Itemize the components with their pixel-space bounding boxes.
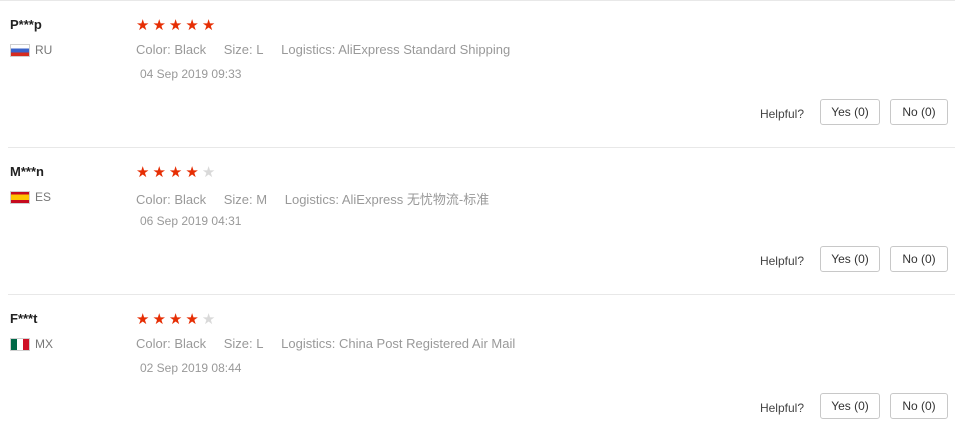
helpful-no-button[interactable]: No (0) — [890, 246, 948, 272]
star-filled-icon: ★ — [185, 311, 199, 328]
review-item: F***t MX ★ ★ ★ ★ ★ Color: Black Size: L Logi… — [0, 295, 955, 442]
helpful-vote: Helpful? Yes (0) No (0) — [760, 246, 948, 272]
star-filled-icon: ★ — [136, 17, 150, 34]
review-list: P***p RU ★ ★ ★ ★ ★ Color: Black Size: L Logi… — [0, 0, 965, 432]
star-filled-icon: ★ — [201, 17, 216, 34]
logistics-value: China Post Registered Air Mail — [338, 336, 516, 351]
spain-flag-icon — [10, 190, 30, 204]
star-empty-icon: ★ — [201, 311, 216, 328]
star-rating: ★ ★ ★ ★ ★ — [136, 312, 215, 327]
country-code: RU — [35, 43, 53, 57]
color-value: Black — [174, 336, 207, 351]
helpful-label: Helpful? — [759, 106, 804, 121]
star-filled-icon: ★ — [152, 311, 166, 328]
reviewer-name: F***t — [10, 311, 38, 326]
star-rating: ★ ★ ★ ★ ★ — [136, 18, 215, 33]
order-attributes: Color: Black Size: M Logistics: AliExpre… — [136, 189, 503, 208]
size-label: Size: — [223, 192, 253, 207]
helpful-no-button[interactable]: No (0) — [890, 99, 948, 125]
color-label: Color: — [136, 42, 171, 57]
reviewer-name: P***p — [10, 17, 42, 32]
review-date: 06 Sep 2019 04:31 — [140, 214, 242, 228]
review-date: 04 Sep 2019 09:33 — [140, 67, 242, 81]
color-value: Black — [174, 192, 207, 207]
color-label: Color: — [136, 336, 171, 351]
star-filled-icon: ★ — [185, 164, 199, 181]
star-filled-icon: ★ — [136, 164, 150, 181]
helpful-label: Helpful? — [759, 253, 804, 268]
logistics-label: Logistics: — [281, 336, 336, 351]
logistics-label: Logistics: — [281, 42, 336, 57]
mexico-flag-icon — [10, 337, 30, 351]
size-value: L — [256, 42, 264, 57]
helpful-vote: Helpful? Yes (0) No (0) — [760, 99, 948, 125]
reviewer-country: ES — [10, 190, 51, 204]
reviewer-name: M***n — [10, 164, 44, 179]
star-filled-icon: ★ — [152, 164, 166, 181]
review-item: M***n ES ★ ★ ★ ★ ★ Color: Black Size: M Logi… — [0, 148, 955, 295]
reviewer-country: MX — [10, 337, 53, 351]
country-code: ES — [35, 190, 52, 204]
helpful-label: Helpful? — [759, 400, 804, 415]
color-label: Color: — [136, 192, 171, 207]
star-filled-icon: ★ — [136, 311, 150, 328]
star-empty-icon: ★ — [201, 164, 216, 181]
size-value: M — [256, 192, 268, 207]
review-item: P***p RU ★ ★ ★ ★ ★ Color: Black Size: L Logi… — [0, 1, 955, 148]
review-date: 02 Sep 2019 08:44 — [140, 361, 242, 375]
helpful-yes-button[interactable]: Yes (0) — [820, 393, 880, 419]
size-label: Size: — [223, 336, 253, 351]
star-filled-icon: ★ — [168, 164, 183, 181]
color-value: Black — [174, 42, 207, 57]
size-label: Size: — [223, 42, 253, 57]
helpful-no-button[interactable]: No (0) — [890, 393, 948, 419]
logistics-value: AliExpress Standard Shipping — [338, 42, 511, 57]
order-attributes: Color: Black Size: L Logistics: AliExpre… — [136, 42, 524, 57]
size-value: L — [256, 336, 264, 351]
star-filled-icon: ★ — [168, 311, 183, 328]
logistics-label: Logistics: — [284, 192, 339, 207]
helpful-vote: Helpful? Yes (0) No (0) — [760, 393, 948, 419]
star-filled-icon: ★ — [168, 17, 183, 34]
helpful-yes-button[interactable]: Yes (0) — [820, 99, 880, 125]
russia-flag-icon — [10, 43, 30, 57]
helpful-yes-button[interactable]: Yes (0) — [820, 246, 880, 272]
star-filled-icon: ★ — [185, 17, 199, 34]
country-code: MX — [35, 337, 53, 351]
star-filled-icon: ★ — [152, 17, 166, 34]
order-attributes: Color: Black Size: L Logistics: China Po… — [136, 336, 529, 351]
reviewer-country: RU — [10, 43, 52, 57]
logistics-value: AliExpress 无忧物流-标准 — [341, 192, 490, 207]
star-rating: ★ ★ ★ ★ ★ — [136, 165, 215, 180]
